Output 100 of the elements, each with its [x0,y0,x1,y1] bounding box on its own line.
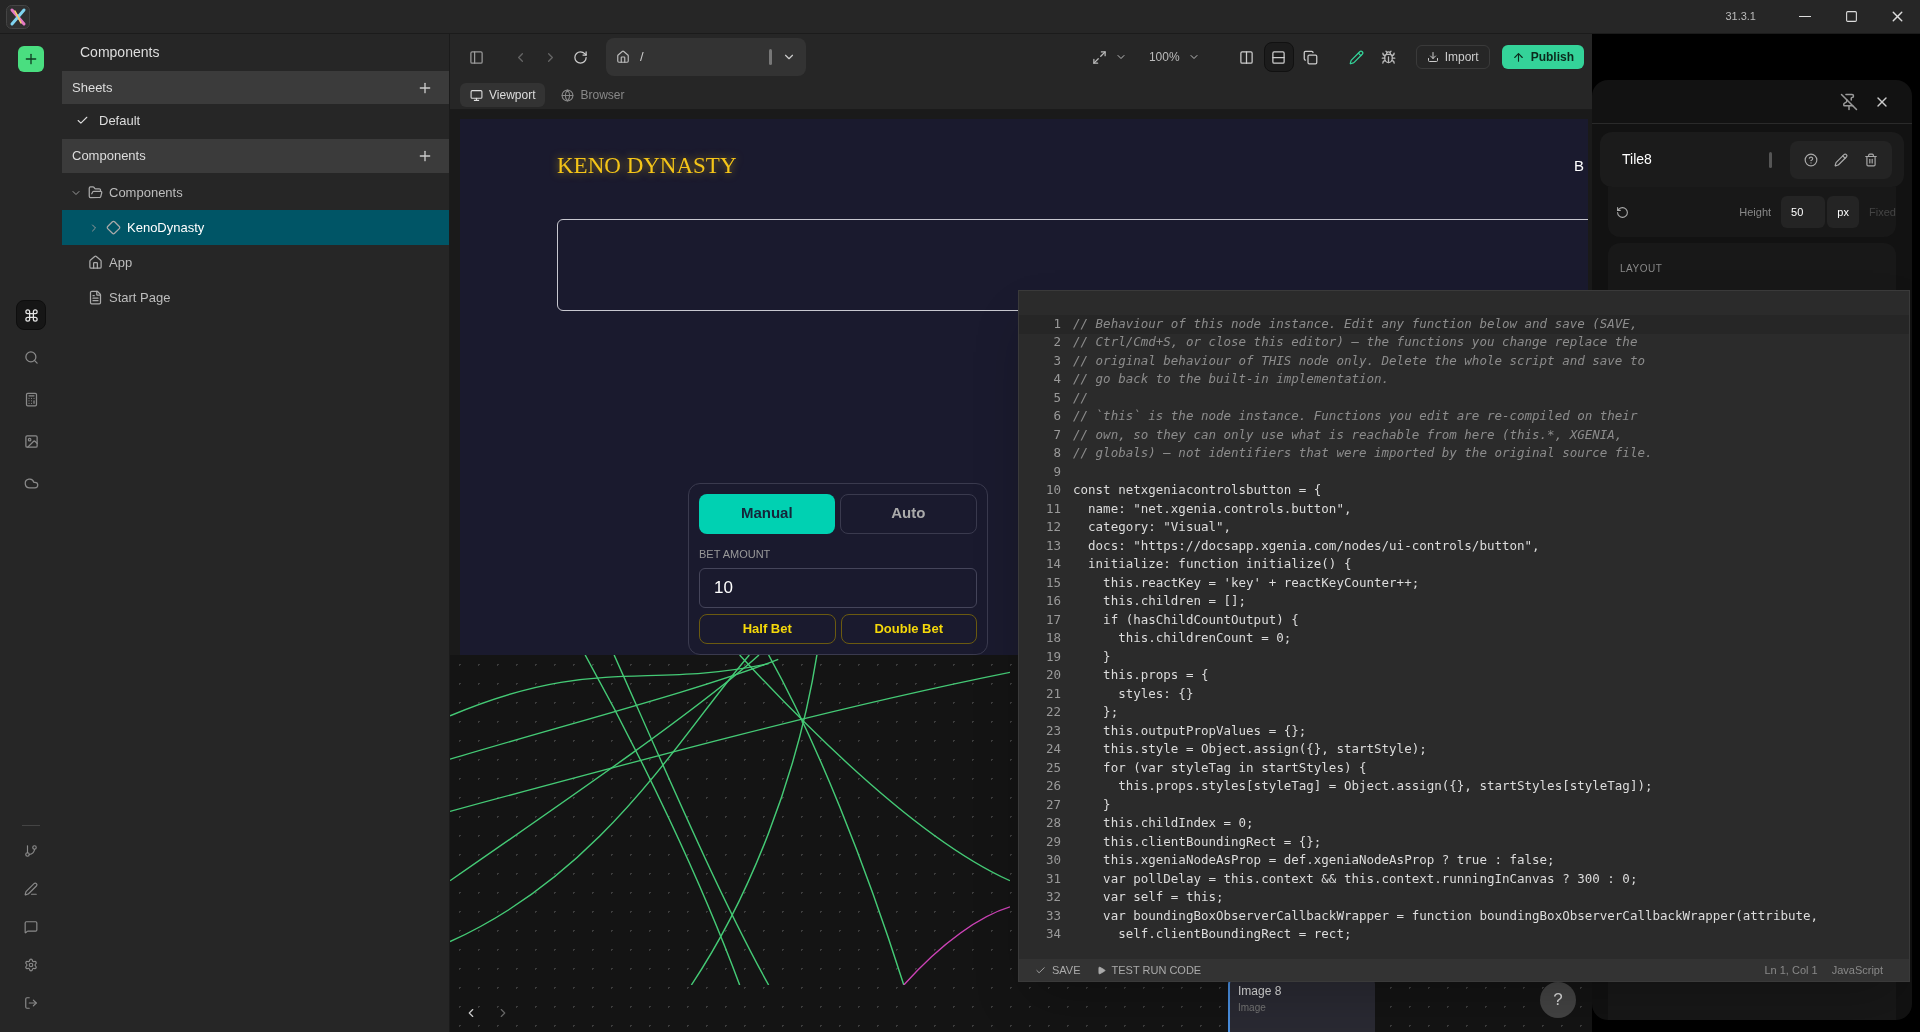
code-comment: // go back to the built-in implementation. [1073,370,1390,389]
add-icon[interactable] [417,148,433,164]
chat-icon [24,920,38,934]
rows-layout-icon [1271,49,1287,65]
code-line: this.style = Object.assign({}, startStyle); [1102,740,1427,759]
bet-amount-field[interactable]: 10 [699,568,977,608]
delete-icon[interactable] [1864,152,1878,167]
header-text: B [1574,156,1584,176]
line-number: 5 [1052,388,1061,407]
field-label: BET AMOUNT [699,546,772,562]
line-number: 11 [1044,499,1061,518]
section-title: Sheets [72,78,113,97]
view-tab[interactable]: Browser [551,83,635,107]
line-number: 27 [1044,795,1061,814]
code-line: } [1102,795,1111,814]
save-button[interactable]: SAVE [1035,961,1081,979]
code-line: for (var styleTag in startStyles) { [1102,758,1367,777]
code-line: this.childrenCount = 0; [1117,629,1292,648]
home-icon [88,255,103,270]
code-line: this.xgeniaNodeAsProp = def.xgeniaNodeAsProp ? true : false; [1102,851,1555,870]
code-line: name: "net.xgenia.controls.button", [1087,499,1352,518]
code-line: this.props = { [1102,666,1209,685]
globe-icon [561,88,575,102]
unit-dropdown[interactable]: px [1827,196,1860,228]
settings-icon [24,958,38,972]
import-button[interactable]: Import [1415,45,1490,69]
arrow-up-icon [1511,50,1525,64]
download-icon [1426,51,1439,63]
test-run-button[interactable]: TEST RUN CODE [1096,961,1202,979]
code-line: this.reactKey = 'key' + reactKeyCounter++; [1102,573,1420,592]
components-button[interactable] [16,300,46,330]
line-number: 23 [1044,721,1061,740]
code-line: initialize: function initialize() { [1087,555,1352,574]
view-tab[interactable]: Viewport [460,83,546,107]
code-line: this.childIndex = 0; [1102,814,1254,833]
code-line: styles: {} [1117,684,1194,703]
publish-button[interactable]: Publish [1501,45,1584,69]
code-line: } [1102,647,1111,666]
pen-icon [24,882,38,896]
folder-icon [88,185,103,200]
code-line: const netxgeniacontrolsbutton = { [1073,481,1322,500]
rows-layout-button[interactable] [1263,42,1294,72]
sheet-item[interactable]: Default [62,104,449,137]
fit-button[interactable] [1091,49,1127,65]
math-symbols-icon [23,391,39,407]
plus-icon [23,51,39,67]
tree-item-label: App [109,253,133,272]
line-number: 32 [1044,888,1061,907]
help-button[interactable]: ? [1540,982,1576,1018]
code-line: docs: "https://docsapp.xgenia.com/nodes/ui-controls/button", [1087,536,1540,555]
home-icon[interactable] [616,50,630,64]
code-line: this.children = []; [1102,592,1247,611]
minimize-icon [1799,15,1811,18]
line-number: 26 [1044,777,1061,796]
code-line: this.outputPropValues = {}; [1102,721,1307,740]
address-bar[interactable]: / [606,38,806,76]
code-comment: // [1073,388,1089,407]
unpin-icon[interactable] [1840,92,1858,111]
add-button[interactable] [18,46,44,72]
line-number: 30 [1044,851,1061,870]
game-title: KENO DYNASTY [557,152,737,180]
text-cursor-icon [769,49,772,65]
drag-handle-icon[interactable] [1769,151,1772,168]
tree-item[interactable]: Start Page [62,280,449,315]
code-comment: // globals) — not identifiers that were imported by the original source file. [1073,444,1653,463]
line-number: 14 [1044,555,1061,574]
code-line: var pollDelay = this.context && this.context.runningInCanvas ? 300 : 0; [1102,869,1638,888]
line-number: 1 [1052,314,1061,333]
help-icon[interactable] [1804,152,1818,167]
line-number: 19 [1044,647,1061,666]
node-title: Image 8 [1238,983,1283,1000]
line-number: 29 [1044,832,1061,851]
bug-icon [1381,49,1397,65]
height-field[interactable]: 50 [1781,196,1826,228]
code-line: self.clientBoundingRect = rect; [1117,925,1352,944]
zoom-dropdown[interactable]: 100% [1148,48,1200,66]
bet-adjust-button[interactable]: Double Bet [840,614,977,644]
bet-adjust-button[interactable]: Half Bet [699,614,836,644]
tree-item[interactable]: Components [62,175,449,210]
mode-tab[interactable]: Manual [699,493,835,534]
line-number: 13 [1044,536,1061,555]
search-icon [23,349,39,365]
line-number: 20 [1044,666,1061,685]
reset-icon[interactable] [1616,205,1629,219]
line-number: 6 [1052,407,1061,426]
line-number: 28 [1044,814,1061,833]
tree-item[interactable]: App [62,245,449,280]
code-comment: // `this` is the node instance. Functions you edit are re-compiled on their [1073,407,1638,426]
image-icon [23,433,39,449]
line-number: 18 [1044,629,1061,648]
line-number: 15 [1044,573,1061,592]
cloud-icon [23,475,39,491]
monitor-icon [470,88,483,102]
edit-icon[interactable] [1834,152,1848,167]
code-comment: // own, so they can only use what is reachable from here (this.*, XGENIA, [1073,425,1623,444]
code-line: var boundingBoxObserverCallbackWrapper = function boundingBoxObserverCallbackWrapper(attribute, [1102,906,1819,925]
mode-tab[interactable]: Auto [839,493,977,534]
line-number: 10 [1044,481,1061,500]
tree-item-label: Components [109,183,183,202]
tree-item[interactable]: KenoDynasty [62,210,449,245]
